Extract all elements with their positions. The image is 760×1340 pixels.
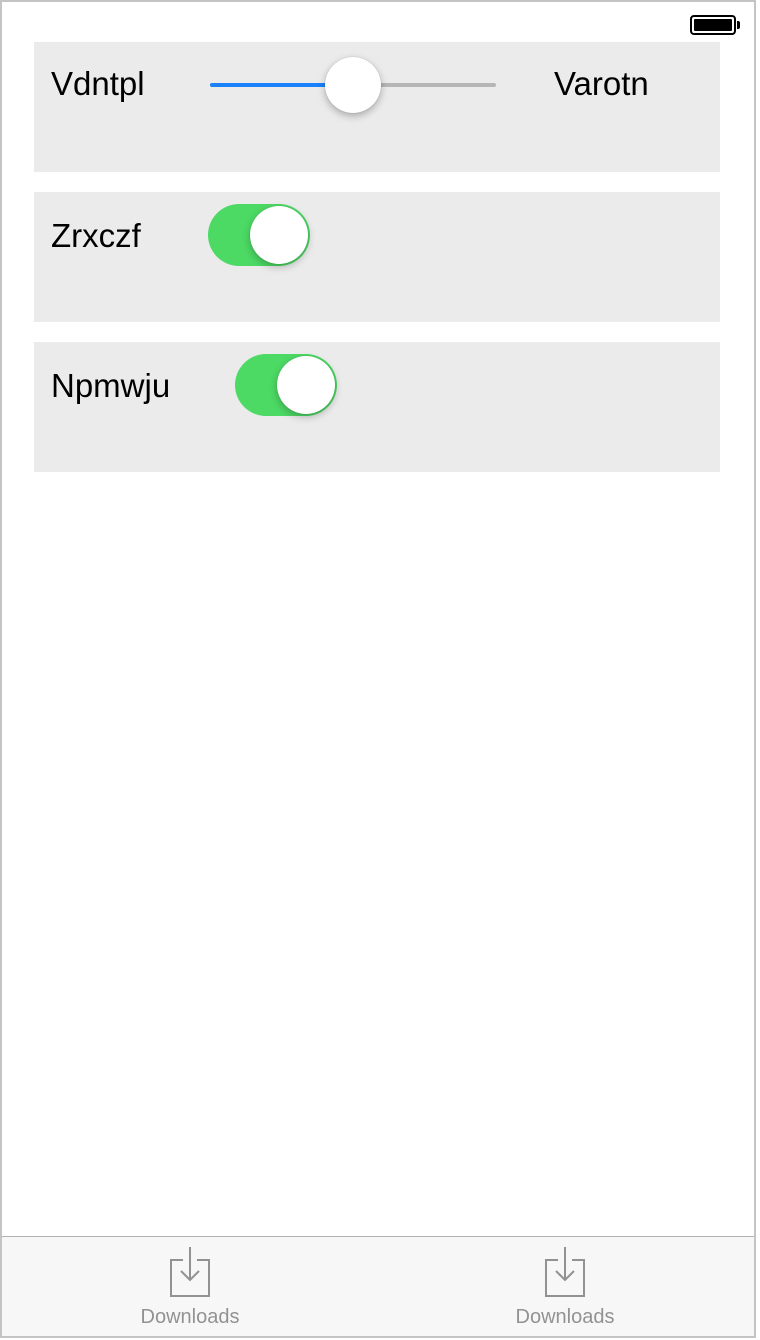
slider-thumb[interactable] xyxy=(325,57,381,113)
download-icon xyxy=(170,1247,210,1297)
toggle-switch-zrxczf[interactable] xyxy=(208,204,310,266)
toggle-knob xyxy=(277,356,335,414)
battery-icon xyxy=(690,15,742,35)
tab-bar: Downloads Downloads xyxy=(2,1236,754,1336)
tab-label: Downloads xyxy=(515,1306,615,1328)
download-icon xyxy=(545,1247,585,1297)
tab-downloads-2[interactable]: Downloads xyxy=(465,1237,665,1336)
value-slider[interactable] xyxy=(210,56,496,114)
switch-label: Npmwju xyxy=(51,367,171,404)
toggle-switch-npmwju[interactable] xyxy=(235,354,337,416)
slider-value-label: Varotn xyxy=(554,65,649,102)
switch-label: Zrxczf xyxy=(51,217,141,254)
switch-row-zrxczf: Zrxczf xyxy=(34,192,720,322)
tab-downloads-1[interactable]: Downloads xyxy=(90,1237,290,1336)
slider-label: Vdntpl xyxy=(51,65,145,102)
slider-row: Vdntpl Varotn xyxy=(34,42,720,172)
switch-row-npmwju: Npmwju xyxy=(34,342,720,472)
tab-label: Downloads xyxy=(140,1306,240,1328)
app-screen: Vdntpl Varotn Zrxczf Npmwju Downloads Do… xyxy=(0,0,756,1338)
toggle-knob xyxy=(250,206,308,264)
